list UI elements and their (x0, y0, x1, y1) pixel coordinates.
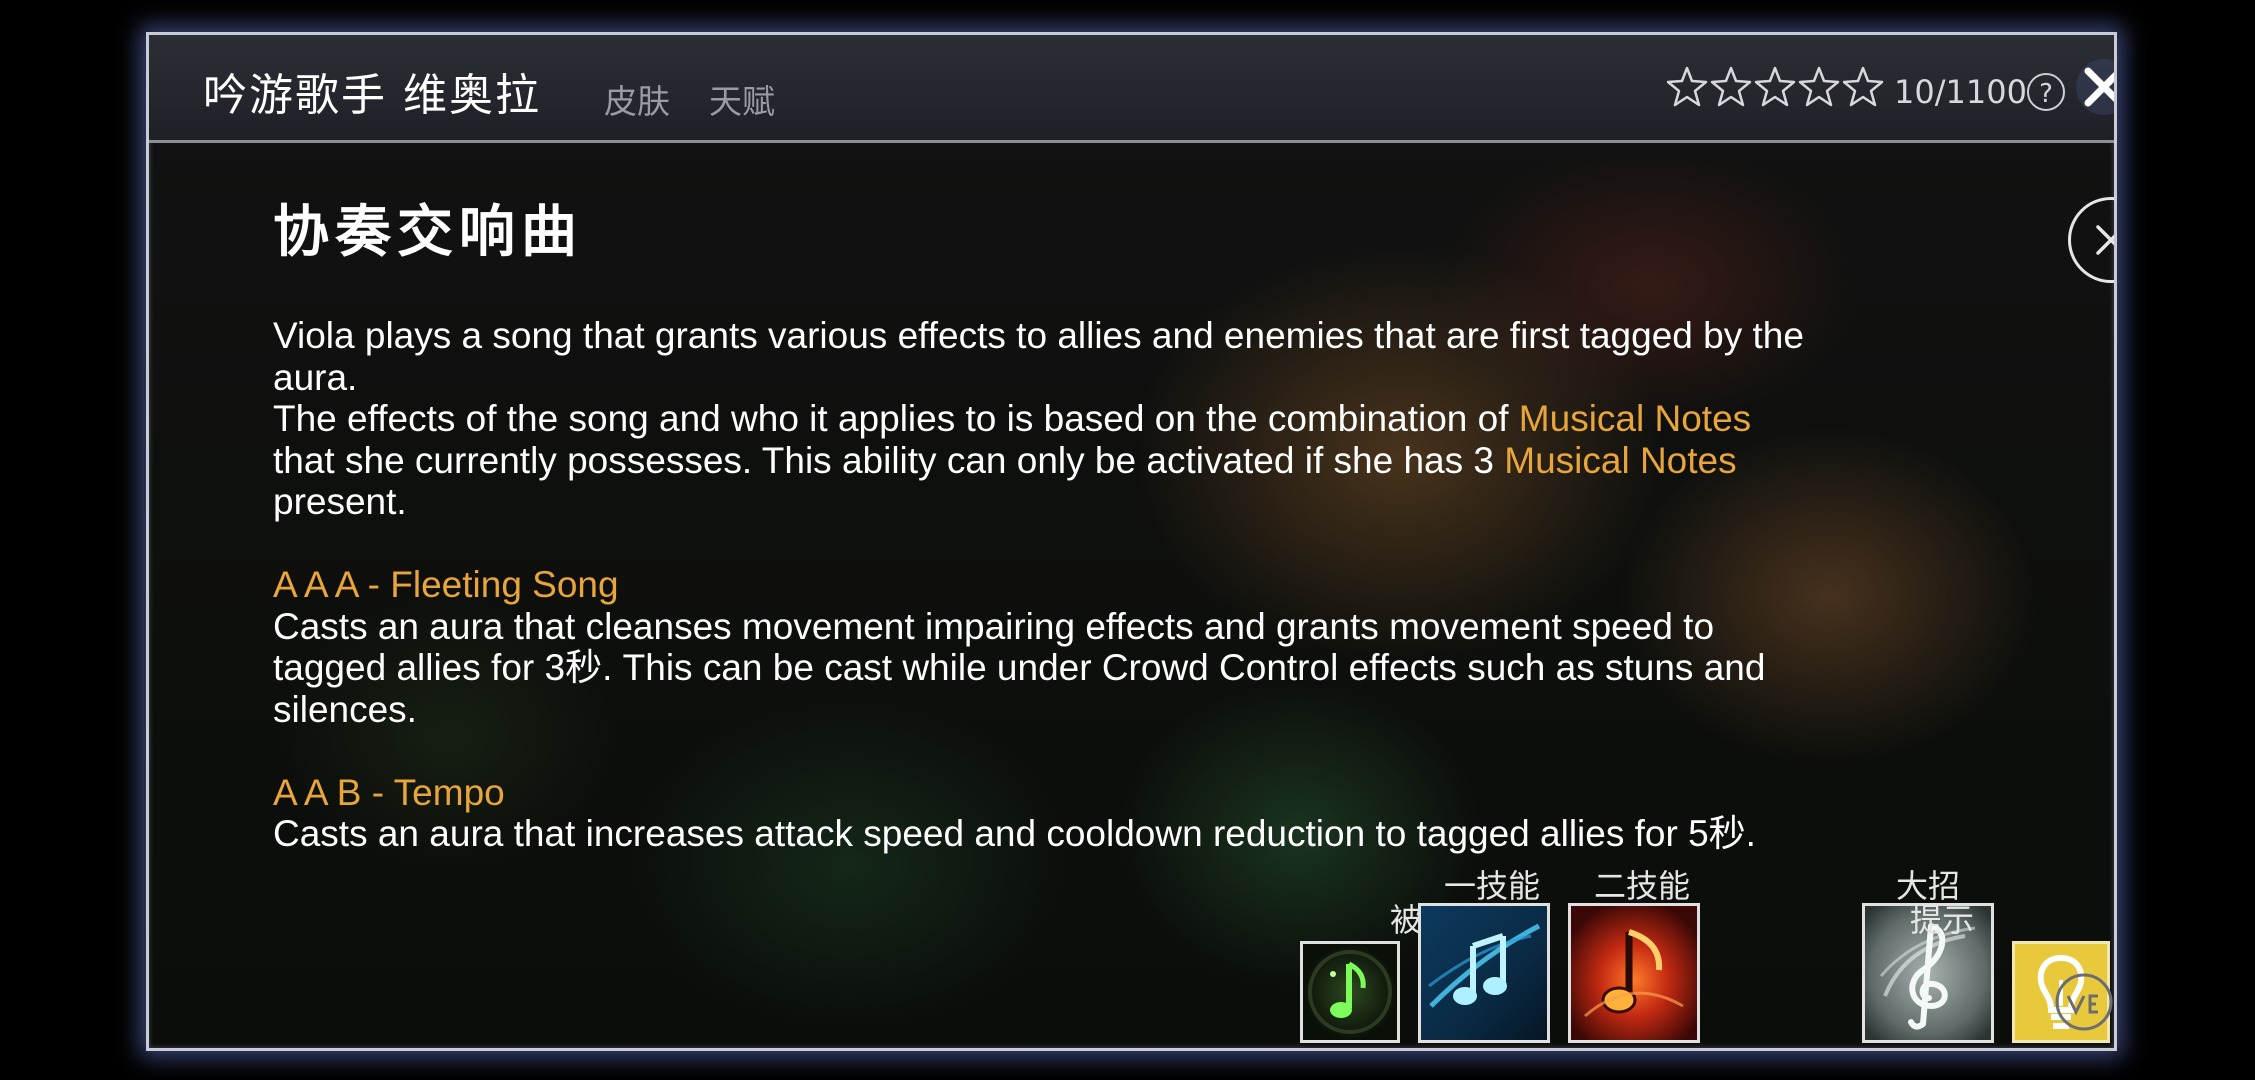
star-icon (1666, 65, 1708, 113)
screen: 吟游歌手 维奥拉 皮肤 天赋 10/1100 ? 协奏交响曲 Viola pla… (0, 0, 2255, 1080)
help-icon[interactable]: ? (2027, 73, 2065, 111)
combo-line: Casts an aura that increases attack spee… (273, 813, 1756, 854)
star-icon (1710, 65, 1752, 113)
combo-line: tagged allies for 3秒. This can be cast w… (273, 647, 1766, 688)
close-panel-button[interactable] (2074, 57, 2114, 117)
star-icon (1754, 65, 1796, 113)
musical-notes-keyword: Musical Notes (1518, 398, 1752, 439)
watermark-logo-icon (2054, 972, 2114, 1032)
close-skill-detail-button[interactable] (2068, 197, 2114, 283)
star-rating (1666, 65, 1884, 113)
star-icon (1798, 65, 1840, 113)
red-note-icon (1571, 906, 1697, 1040)
star-icon (1842, 65, 1884, 113)
tab-talent[interactable]: 天赋 (709, 75, 775, 123)
panel-header: 吟游歌手 维奥拉 皮肤 天赋 10/1100 ? (149, 35, 2114, 143)
skill1-button[interactable] (1418, 903, 1550, 1043)
music-note-icon (1303, 944, 1397, 1040)
passive-skill-button[interactable] (1300, 941, 1400, 1043)
description-line: Viola plays a song that grants various e… (273, 315, 1804, 356)
close-icon (2096, 225, 2114, 255)
skill1-label: 一技能 (1443, 867, 1540, 905)
description-text: that she currently possesses. This abili… (273, 439, 1505, 481)
skill-title: 协奏交响曲 (273, 199, 583, 265)
description-line: present. (273, 481, 407, 522)
hero-name: 吟游歌手 维奥拉 (203, 70, 541, 121)
description-text: The effects of the song and who it appli… (273, 398, 1519, 439)
skill2-button[interactable] (1568, 903, 1700, 1043)
skill-description: Viola plays a song that grants various e… (273, 315, 2073, 855)
combo-title: A A B - Tempo (273, 771, 505, 813)
description-line: The effects of the song and who it appli… (273, 398, 2073, 440)
description-line: aura. (273, 356, 358, 398)
blue-notes-icon (1421, 906, 1547, 1040)
description-line: that she currently possesses. This abili… (273, 440, 2073, 482)
rating-count: 10/1100 (1894, 73, 2027, 111)
combo-line: Casts an aura that cleanses movement imp… (273, 605, 1715, 647)
close-x-icon (2076, 59, 2114, 115)
musical-notes-keyword: Musical Notes (1504, 439, 1737, 481)
tab-skin[interactable]: 皮肤 (604, 75, 670, 123)
combo-line: silences. (273, 688, 417, 730)
combo-title: A A A - Fleeting Song (273, 564, 619, 605)
tips-label: 提示 (1909, 901, 1974, 939)
hero-detail-panel: 吟游歌手 维奥拉 皮肤 天赋 10/1100 ? 协奏交响曲 Viola pla… (146, 32, 2117, 1051)
skill2-label: 二技能 (1593, 867, 1690, 905)
